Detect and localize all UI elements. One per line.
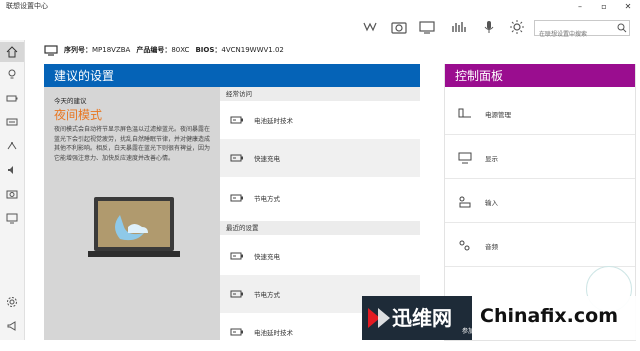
sidebar-item-audio[interactable]	[0, 160, 24, 180]
tip-label: 今天的建议	[54, 97, 87, 105]
input-icon	[459, 196, 471, 208]
display-icon[interactable]	[418, 19, 436, 35]
audio-icon[interactable]	[450, 19, 468, 35]
display-icon	[6, 213, 18, 224]
battery-icon	[6, 95, 18, 102]
program-link[interactable]: 参加程序改进计划	[462, 326, 510, 335]
lightbulb-icon	[8, 69, 16, 79]
sidebar-item-camera[interactable]	[0, 184, 24, 204]
battery-icon	[230, 290, 243, 298]
search-box[interactable]	[534, 20, 630, 41]
control-panel-item-label: 音频	[485, 243, 498, 251]
bios-label: BIOS：	[195, 46, 222, 54]
tip-card[interactable]: 今天的建议 夜间模式 夜间模式会自动将节显示屏色温以过滤掉蓝光。夜间暴露在蓝光下…	[44, 87, 220, 340]
audio-icon	[459, 240, 470, 251]
control-panel-item-display[interactable]: 显示	[445, 138, 635, 179]
control-panel-item-audio[interactable]: 音频	[445, 226, 635, 267]
suggested-settings-header: 建议的设置	[44, 64, 420, 87]
watermark-logo-icon	[368, 308, 390, 328]
product-label: 产品编号：	[136, 46, 172, 54]
battery-icon	[230, 154, 243, 162]
serial-label: 序列号：	[64, 46, 92, 54]
sidebar	[0, 40, 25, 340]
sidebar-item-network[interactable]	[0, 136, 24, 156]
audio-icon	[8, 166, 13, 174]
control-panel-item-label: 输入	[485, 199, 498, 207]
power-icon	[458, 108, 471, 118]
list-item-label: 电池延时技术	[254, 329, 293, 337]
maximize-button[interactable]: ▫	[592, 0, 616, 14]
sidebar-item-feedback[interactable]	[0, 316, 24, 336]
sidebar-item-input[interactable]	[0, 112, 24, 132]
battery-icon	[230, 194, 243, 202]
tip-body: 夜间模式会自动将节显示屏色温以过滤掉蓝光。夜间暴露在蓝光下会引起视觉疲劳，扰乱自…	[54, 126, 211, 162]
recent-header: 最近的设置	[220, 221, 420, 235]
network-icon	[7, 142, 17, 150]
sidebar-item-home[interactable]	[0, 42, 24, 62]
monitor-icon	[44, 44, 58, 56]
battery-icon	[230, 252, 243, 260]
camera-icon	[6, 190, 18, 199]
megaphone-icon	[7, 321, 16, 331]
suggested-settings-title: 建议的设置	[54, 69, 115, 83]
sidebar-item-battery[interactable]	[0, 88, 24, 108]
window-title: 联想设置中心	[6, 2, 48, 10]
gear-icon	[7, 297, 17, 307]
list-item-label: 节电方式	[254, 291, 280, 299]
sidebar-item-settings[interactable]	[0, 292, 24, 312]
device-info: 序列号：MP18VZBA 产品编号：80XC BIOS：4VCN19WWV1.0…	[44, 42, 284, 58]
control-panel-item-label: 显示	[485, 155, 498, 163]
frequent-header: 经常访问	[220, 87, 420, 101]
list-item-label: 电池延时技术	[254, 117, 293, 125]
control-panel-item-input[interactable]: 输入	[445, 182, 635, 223]
input-icon	[6, 118, 18, 126]
brightness-icon[interactable]	[508, 19, 526, 35]
battery-icon	[230, 328, 243, 336]
display-icon	[458, 152, 472, 164]
control-panel-item-power[interactable]: 电源管理	[445, 94, 635, 135]
search-input[interactable]	[535, 28, 617, 41]
watermark-left-text: 迅维网	[392, 306, 452, 330]
microphone-icon[interactable]	[480, 19, 498, 35]
search-icon[interactable]	[617, 23, 627, 33]
list-item-label: 快速充电	[254, 253, 280, 261]
list-item[interactable]: 电池延时技术	[220, 101, 420, 139]
control-panel-title: 控制面板	[455, 69, 504, 83]
list-item[interactable]: 节电方式	[220, 179, 420, 217]
title-bar: 联想设置中心 – ▫ ✕	[0, 0, 640, 15]
list-item-label: 快速充电	[254, 155, 280, 163]
power-saving-icon[interactable]	[362, 19, 380, 35]
product-value: 80XC	[171, 46, 190, 54]
control-panel-header: 控制面板	[445, 64, 635, 87]
tip-title[interactable]: 夜间模式	[54, 106, 102, 123]
close-button[interactable]: ✕	[616, 0, 640, 14]
battery-icon	[230, 116, 243, 124]
control-panel-item-label: 电源管理	[485, 111, 511, 119]
list-item[interactable]: 快速充电	[220, 237, 420, 275]
sidebar-item-lighting[interactable]	[0, 64, 24, 84]
laptop-night-mode-image	[88, 197, 180, 257]
sidebar-item-display[interactable]	[0, 208, 24, 228]
bios-value: 4VCN19WWV1.02	[221, 46, 284, 54]
watermark-right-text: Chinafix.com	[480, 305, 619, 327]
list-item[interactable]: 快速充电	[220, 139, 420, 177]
serial-value: MP18VZBA	[92, 46, 131, 54]
list-item-label: 节电方式	[254, 195, 280, 203]
watermark-left: 迅维网	[362, 296, 472, 340]
home-icon	[6, 46, 18, 58]
minimize-button[interactable]: –	[568, 0, 592, 14]
camera-icon[interactable]	[390, 19, 408, 35]
